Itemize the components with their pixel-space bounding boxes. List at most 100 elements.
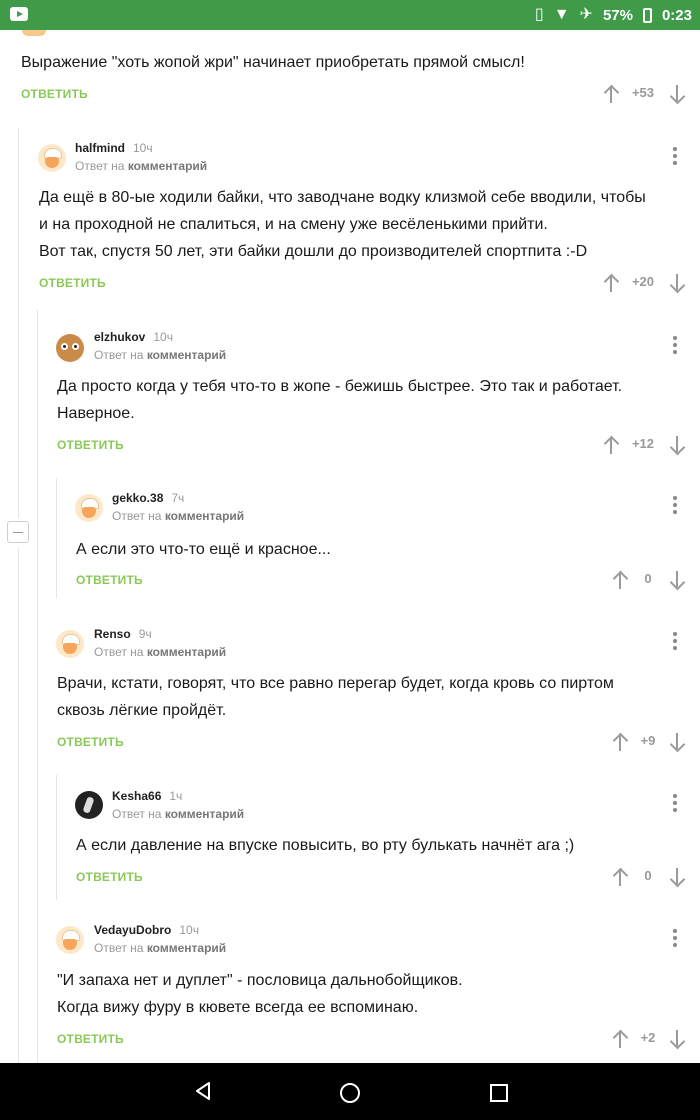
more-options-icon[interactable] [672, 496, 678, 518]
more-options-icon[interactable] [672, 632, 678, 654]
downvote-icon[interactable] [669, 1028, 685, 1050]
reply-to-label: Ответ на комментарий [112, 807, 245, 821]
reply-button[interactable]: ОТВЕТИТЬ [57, 735, 124, 749]
upvote-icon[interactable] [612, 731, 628, 753]
wifi-icon: ▼ [553, 6, 570, 23]
comment-score: +2 [640, 1030, 656, 1045]
reply-to-label: Ответ на комментарий [112, 509, 245, 523]
comment-text-line: Вот так, спустя 50 лет, эти байки дошли … [39, 243, 588, 260]
upvote-icon[interactable] [603, 272, 619, 294]
reply-to-link[interactable]: комментарий [147, 941, 226, 955]
comment-author[interactable]: halfmind 10ч [75, 141, 153, 155]
clock: 0:23 [661, 6, 692, 24]
downvote-icon[interactable] [669, 434, 685, 456]
reply-to-link[interactable]: комментарий [165, 509, 244, 523]
reply-button[interactable]: ОТВЕТИТЬ [21, 87, 88, 101]
reply-to-link[interactable]: комментарий [147, 645, 226, 659]
more-options-icon[interactable] [672, 147, 678, 169]
upvote-icon[interactable] [603, 83, 619, 105]
reply-to-label: Ответ на комментарий [94, 645, 227, 659]
thread-line [56, 478, 57, 598]
comment-score: 0 [644, 571, 652, 586]
comment-text-line: Когда вижу фуру в кювете всегда ее вспом… [57, 999, 419, 1016]
comment-text-line: Да просто когда у тебя что-то в жопе - б… [57, 378, 623, 395]
comment-text: Выражение "хоть жопой жри" начинает прио… [21, 54, 525, 71]
comment-score: +53 [631, 85, 655, 100]
avatar[interactable] [38, 144, 66, 172]
upvote-icon[interactable] [612, 1028, 628, 1050]
comment-text-line: "И запаха нет и дуплет" - пословица даль… [57, 972, 463, 989]
thread-line [18, 128, 19, 518]
status-icons: ▯ ▼ ✈ 57% 0:23 [535, 5, 692, 25]
back-icon[interactable] [193, 1081, 213, 1101]
comment-text-line: А если это что-то ещё и красное... [76, 541, 331, 558]
comment-author[interactable]: Renso 9ч [94, 627, 152, 641]
home-icon[interactable] [338, 1081, 362, 1105]
upvote-icon[interactable] [603, 434, 619, 456]
vote-controls: +2 [612, 1028, 686, 1052]
comment-time: 9ч [138, 627, 152, 641]
avatar[interactable] [75, 494, 103, 522]
vote-controls: +9 [612, 731, 686, 755]
comment-time: 10ч [153, 330, 173, 344]
comment-text-line: Наверное. [57, 405, 135, 422]
vibrate-icon: ▯ [534, 6, 544, 23]
reply-button[interactable]: ОТВЕТИТЬ [57, 438, 124, 452]
upvote-icon[interactable] [612, 866, 628, 888]
thread-line [56, 775, 57, 900]
comment-author[interactable]: gekko.38 7ч [112, 491, 184, 505]
battery-icon [642, 7, 652, 23]
reply-button[interactable]: ОТВЕТИТЬ [57, 1032, 124, 1046]
reply-button[interactable]: ОТВЕТИТЬ [76, 870, 143, 884]
reply-to-link[interactable]: комментарий [165, 807, 244, 821]
vote-controls: +20 [603, 272, 685, 296]
comment-score: +12 [631, 436, 655, 451]
reply-to-label: Ответ на комментарий [75, 159, 208, 173]
comment-time: 10ч [179, 923, 199, 937]
thread-line [18, 548, 19, 1063]
comment-text-line: Врачи, кстати, говорят, что все равно пе… [57, 675, 614, 692]
system-nav-bar [0, 1063, 700, 1120]
avatar[interactable] [56, 334, 84, 362]
avatar[interactable] [56, 630, 84, 658]
comment-time: 1ч [169, 789, 183, 803]
downvote-icon[interactable] [669, 866, 685, 888]
comment-score: +20 [631, 274, 655, 289]
reply-to-link[interactable]: комментарий [147, 348, 226, 362]
airplane-icon: ✈ [579, 6, 593, 23]
collapse-thread-button[interactable] [7, 521, 29, 543]
downvote-icon[interactable] [669, 569, 685, 591]
vote-controls: +12 [603, 434, 685, 458]
reply-button[interactable]: ОТВЕТИТЬ [39, 276, 106, 290]
more-options-icon[interactable] [672, 794, 678, 816]
avatar[interactable] [75, 791, 103, 819]
downvote-icon[interactable] [669, 272, 685, 294]
recents-icon[interactable] [488, 1082, 510, 1104]
downvote-icon[interactable] [669, 83, 685, 105]
comment-text-line: сквозь лёгкие пройдёт. [57, 702, 227, 719]
comment-author[interactable]: Kesha66 1ч [112, 789, 182, 803]
reply-to-label: Ответ на комментарий [94, 348, 227, 362]
comment-score: 0 [644, 868, 652, 883]
comment-author[interactable]: VedayuDobro 10ч [94, 923, 199, 937]
vote-controls: 0 [612, 569, 686, 593]
youtube-icon [10, 7, 28, 21]
comment-time: 10ч [133, 141, 153, 155]
more-options-icon[interactable] [672, 929, 678, 951]
comment-time: 7ч [171, 491, 185, 505]
vote-controls: +53 [603, 83, 685, 107]
battery-level: 57% [602, 6, 633, 24]
upvote-icon[interactable] [612, 569, 628, 591]
comment-text-line: А если давление на впуске повысить, во р… [76, 837, 575, 854]
status-bar: ▯ ▼ ✈ 57% 0:23 [0, 0, 700, 30]
downvote-icon[interactable] [669, 731, 685, 753]
reply-button[interactable]: ОТВЕТИТЬ [76, 573, 143, 587]
top-avatar-partial [22, 30, 46, 36]
thread-line [37, 310, 38, 1063]
reply-to-link[interactable]: комментарий [128, 159, 207, 173]
avatar[interactable] [56, 926, 84, 954]
comment-author[interactable]: elzhukov 10ч [94, 330, 173, 344]
more-options-icon[interactable] [672, 336, 678, 358]
comment-text-line: и на проходной не спалиться, и на смену … [39, 216, 548, 233]
comment-score: +9 [640, 733, 656, 748]
